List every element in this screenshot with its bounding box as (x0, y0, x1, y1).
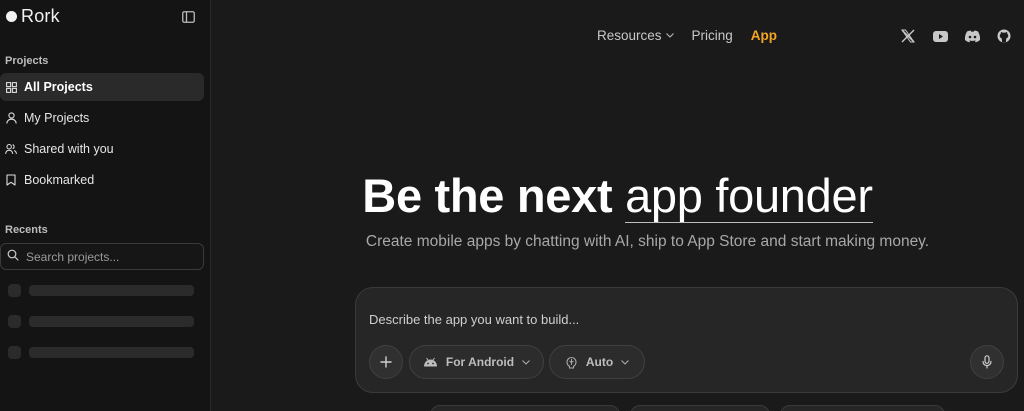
mode-label: Auto (585, 355, 614, 369)
platform-label: For Android (445, 355, 515, 369)
users-icon (5, 143, 17, 155)
nav-resources[interactable]: Resources (597, 28, 674, 43)
sidebar-item-label: All Projects (24, 80, 93, 94)
chevron-down-icon (621, 359, 630, 365)
attach-button[interactable] (369, 345, 403, 379)
search-input[interactable] (26, 249, 186, 264)
chevron-down-icon (665, 33, 674, 38)
chevron-down-icon (522, 359, 530, 365)
prompt-input[interactable] (369, 312, 969, 327)
social-links (899, 27, 1024, 45)
projects-section-label: Projects (5, 55, 49, 67)
mode-selector[interactable]: Auto (549, 345, 645, 379)
sidebar: Rork Projects All Projects My Projects S… (0, 0, 211, 411)
bookmark-icon (5, 174, 17, 186)
top-nav: Resources Pricing App (597, 28, 777, 43)
nav-resources-label: Resources (597, 28, 662, 43)
sidebar-item-all-projects[interactable]: All Projects (0, 73, 204, 101)
discord-icon[interactable] (963, 27, 981, 45)
prompt-box: For Android Auto (355, 287, 1018, 393)
user-icon (5, 112, 17, 124)
brain-icon (566, 356, 577, 369)
platform-selector[interactable]: For Android (409, 345, 544, 379)
logo-dot-icon (6, 11, 17, 22)
brand-logo[interactable]: Rork (6, 6, 60, 27)
suggestion-chip[interactable] (780, 405, 945, 411)
recent-project-skeleton (8, 346, 194, 359)
search-icon (7, 248, 19, 266)
voice-input-button[interactable] (970, 345, 1004, 379)
sidebar-item-label: Bookmarked (24, 173, 95, 187)
sidebar-item-shared[interactable]: Shared with you (0, 135, 204, 163)
android-icon (423, 357, 437, 367)
microphone-icon (982, 355, 992, 369)
hero-title: Be the next app founder (211, 168, 1024, 223)
suggestion-chips (430, 405, 945, 411)
sidebar-toggle-icon (181, 11, 195, 23)
x-twitter-icon[interactable] (899, 27, 917, 45)
grid-icon (5, 81, 17, 93)
recents-section-label: Recents (5, 224, 48, 236)
sidebar-item-label: Shared with you (24, 142, 114, 156)
nav-app[interactable]: App (751, 28, 777, 43)
suggestion-chip[interactable] (430, 405, 620, 411)
nav-pricing[interactable]: Pricing (692, 28, 733, 43)
search-projects[interactable] (0, 243, 204, 270)
recent-project-skeleton (8, 284, 194, 297)
hero-title-highlight: app founder (625, 169, 873, 223)
hero-title-prefix: Be the next (362, 169, 626, 222)
sidebar-toggle-button[interactable] (180, 9, 196, 25)
plus-icon (380, 356, 392, 368)
suggestion-chip[interactable] (630, 405, 770, 411)
hero-subtitle: Create mobile apps by chatting with AI, … (365, 233, 930, 250)
github-icon[interactable] (995, 27, 1013, 45)
sidebar-item-label: My Projects (24, 111, 90, 125)
sidebar-item-bookmarked[interactable]: Bookmarked (0, 166, 204, 194)
brand-name: Rork (21, 6, 60, 26)
recent-project-skeleton (8, 315, 194, 328)
youtube-icon[interactable] (931, 27, 949, 45)
sidebar-item-my-projects[interactable]: My Projects (0, 104, 204, 132)
